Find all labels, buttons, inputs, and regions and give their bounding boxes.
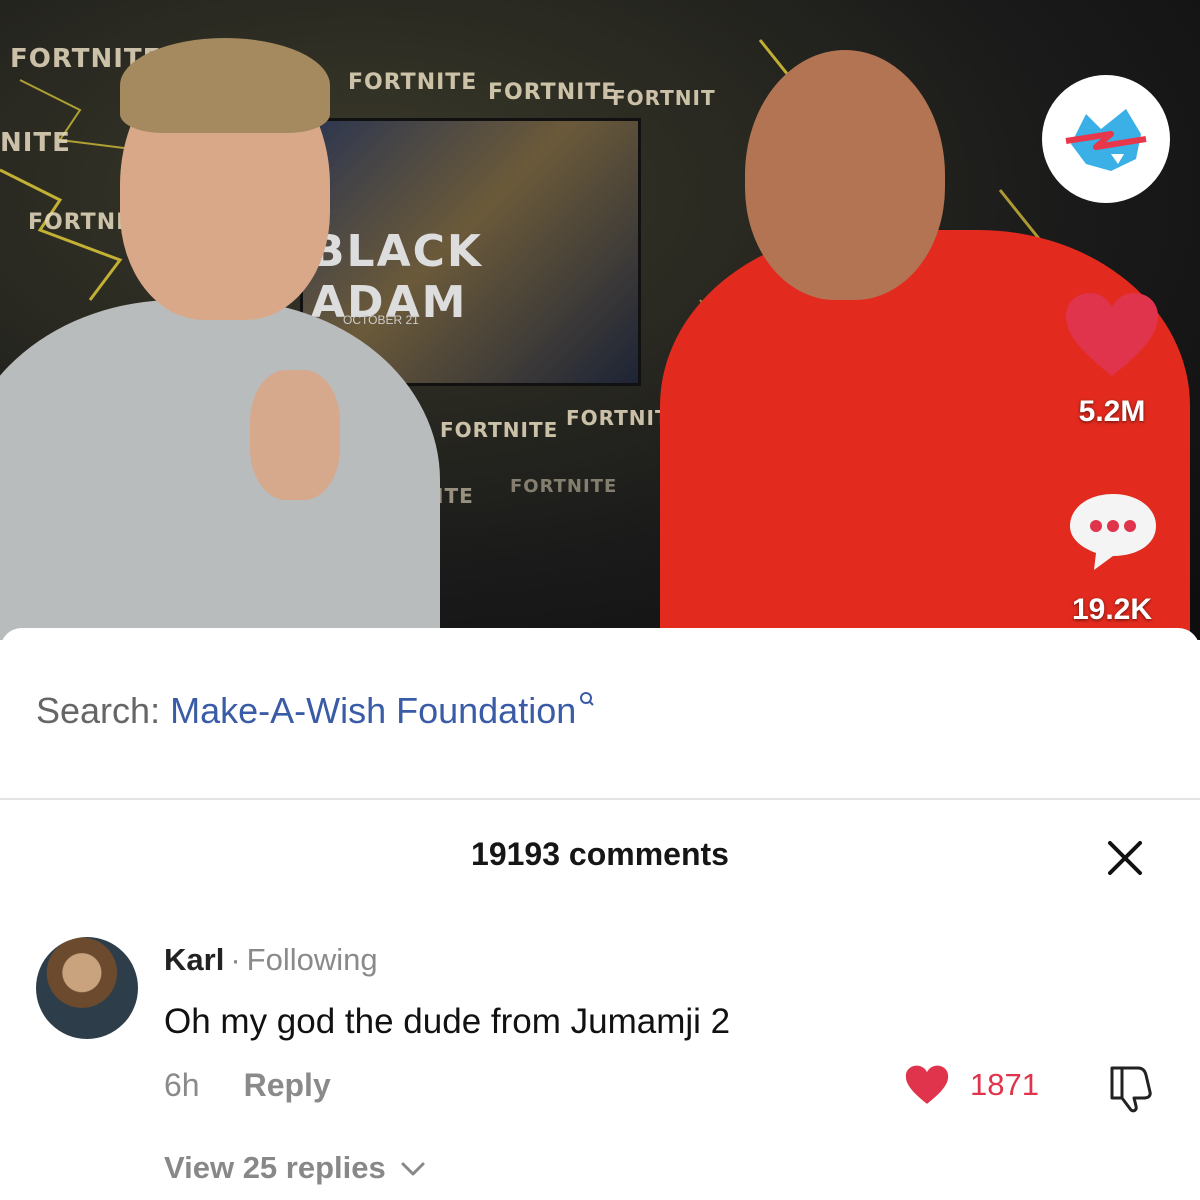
person-left xyxy=(0,300,440,640)
view-replies-label: View 25 replies xyxy=(164,1150,386,1185)
heart-icon xyxy=(905,1065,949,1104)
video-player[interactable]: FORTNITE FORTNITE FORTNITE FORTNIT NITE … xyxy=(0,0,1200,640)
comment-like-button[interactable]: 1871 xyxy=(904,1064,1039,1106)
person-right-head xyxy=(745,50,945,300)
follow-status: Following xyxy=(246,942,378,977)
person-left-fist xyxy=(250,370,340,500)
comment-like-count: 1871 xyxy=(970,1067,1039,1102)
dislike-icon[interactable] xyxy=(1106,1062,1156,1114)
backdrop-text: FORTNITE xyxy=(348,70,478,95)
view-replies-button[interactable]: View 25 replies xyxy=(164,1150,426,1186)
comment-author-name[interactable]: Karl xyxy=(164,942,224,977)
person-left-hair xyxy=(120,38,330,133)
reply-button[interactable]: Reply xyxy=(244,1067,331,1103)
separator-dot: · xyxy=(230,942,241,977)
search-icon xyxy=(580,692,594,706)
search-suggestion[interactable]: Search: Make-A-Wish Foundation xyxy=(36,690,596,732)
comment-author[interactable]: Karl · Following xyxy=(164,942,378,978)
poster-caption: OCTOBER 21 xyxy=(343,313,419,327)
close-icon[interactable] xyxy=(1102,835,1148,881)
comment-age: 6h xyxy=(164,1067,200,1103)
backdrop-text: ITE xyxy=(436,484,474,508)
comment-meta: 6h Reply xyxy=(164,1067,331,1104)
backdrop-text: FORTNITE xyxy=(488,80,618,105)
like-icon[interactable] xyxy=(1062,290,1162,380)
search-prefix: Search: xyxy=(36,690,171,731)
comment-count: 19.2K xyxy=(1071,593,1153,626)
comment-author-avatar[interactable] xyxy=(36,937,138,1039)
creator-avatar[interactable] xyxy=(1042,75,1170,203)
beast-logo-icon xyxy=(1065,109,1147,171)
search-term-link[interactable]: Make-A-Wish Foundation xyxy=(170,690,576,731)
backdrop-text: FORTNITE xyxy=(440,418,559,442)
like-count: 5.2M xyxy=(1078,395,1146,428)
backdrop-text: FORTNITE xyxy=(510,476,618,497)
divider xyxy=(0,798,1200,800)
comment-icon[interactable] xyxy=(1066,490,1160,574)
comments-count-title: 19193 comments xyxy=(471,836,729,872)
backdrop-text: NITE xyxy=(0,128,71,158)
chevron-down-icon xyxy=(401,1162,425,1176)
backdrop-text: FORTNIT xyxy=(612,86,716,110)
comment-text: Oh my god the dude from Jumamji 2 xyxy=(164,1002,731,1041)
